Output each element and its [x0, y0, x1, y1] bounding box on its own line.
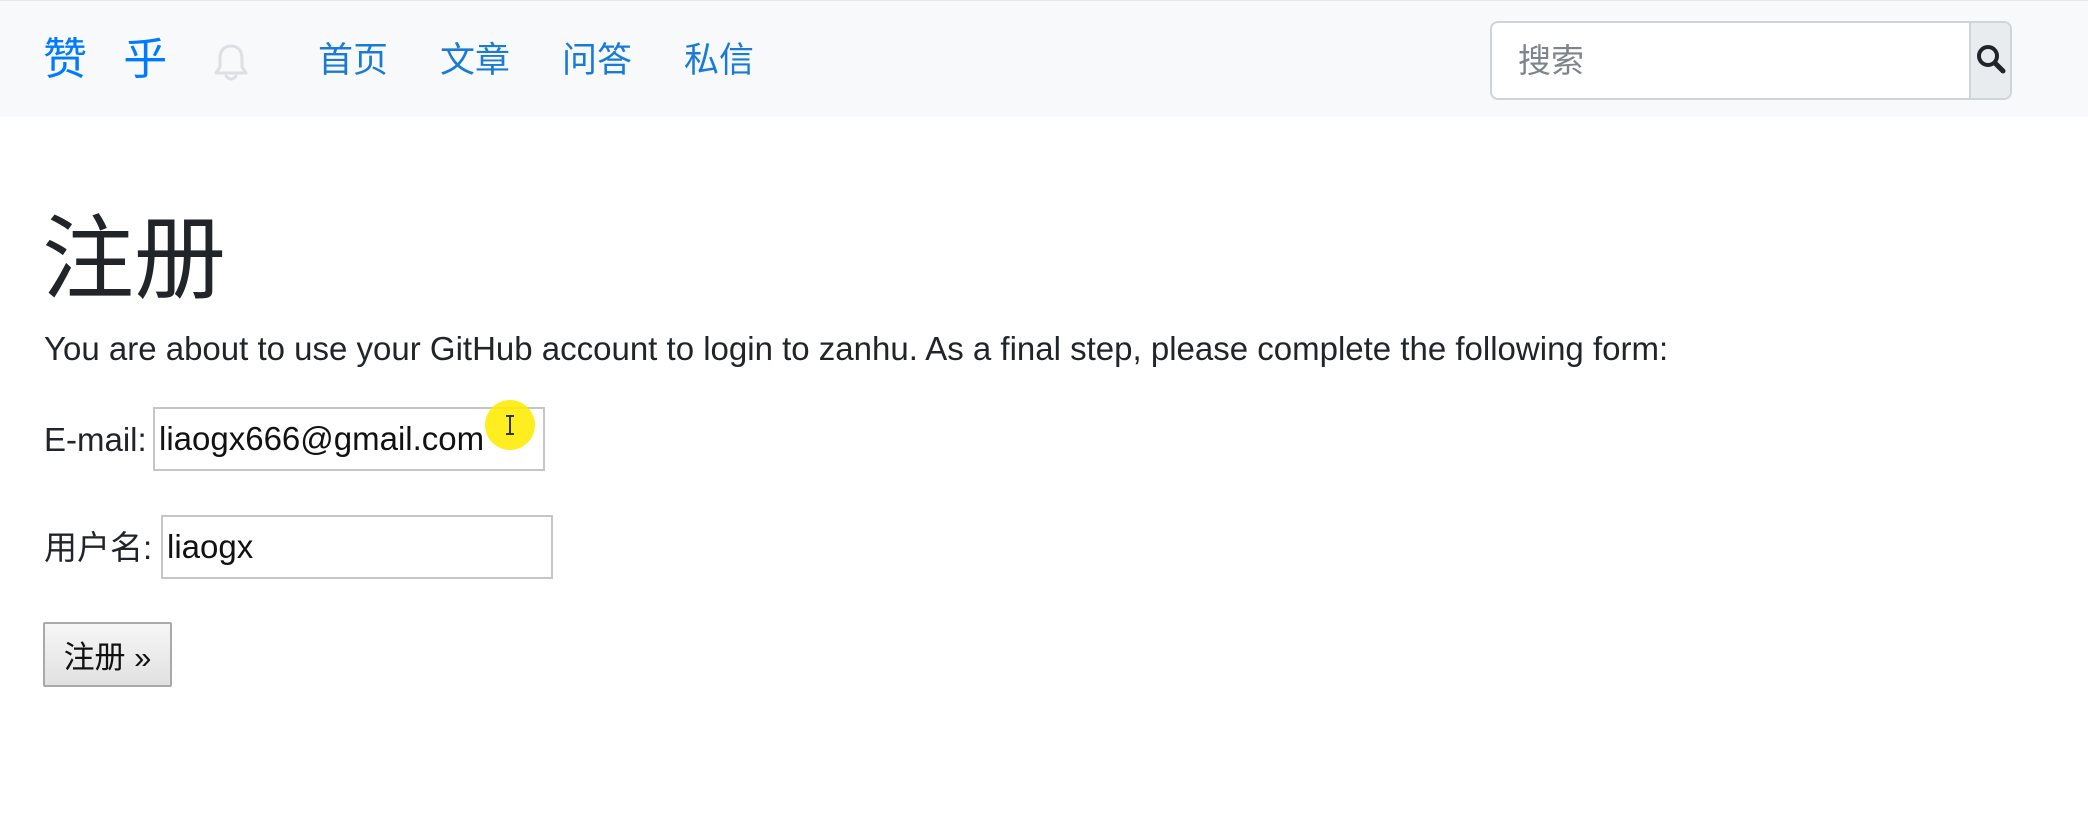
page-title: 注册: [42, 209, 227, 311]
nav-link-messages[interactable]: 私信: [684, 39, 754, 83]
search-input[interactable]: [1492, 23, 1969, 98]
nav-links: 首页 文章 问答 私信: [318, 39, 754, 83]
top-navbar: 赞 乎 首页 文章 问答 私信: [0, 0, 2088, 117]
nav-link-qa[interactable]: 问答: [562, 39, 632, 83]
username-label: 用户名:: [44, 529, 153, 566]
register-submit-button[interactable]: 注册 »: [43, 622, 172, 687]
username-field[interactable]: [161, 515, 553, 579]
brand-logo[interactable]: 赞 乎: [43, 35, 179, 85]
bell-icon[interactable]: [213, 43, 249, 83]
text-cursor-icon: [504, 414, 516, 436]
search-button[interactable]: [1969, 23, 2010, 98]
email-label: E-mail:: [44, 421, 147, 458]
search-icon: [1975, 43, 2007, 78]
intro-text: You are about to use your GitHub account…: [44, 330, 1669, 367]
nav-link-home[interactable]: 首页: [318, 39, 388, 83]
search-group: [1490, 21, 2012, 100]
nav-link-articles[interactable]: 文章: [440, 39, 510, 83]
